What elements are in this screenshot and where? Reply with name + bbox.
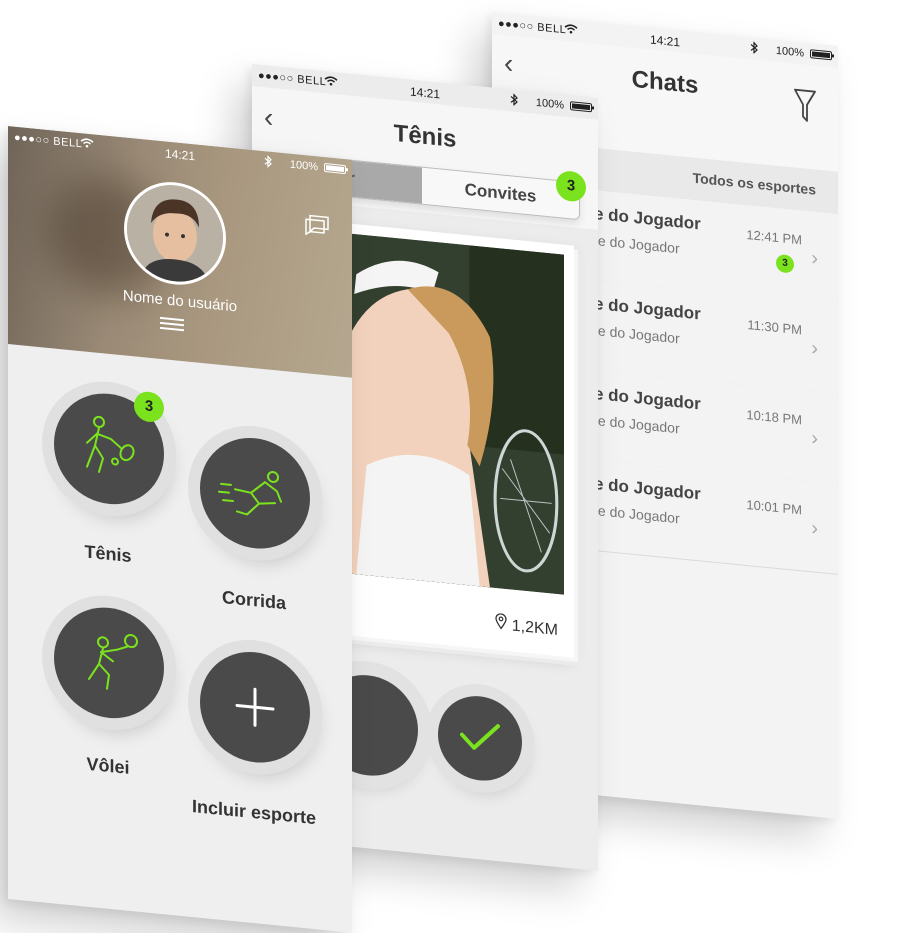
sport-label: Corrida [221,586,286,614]
chat-time: 10:01 PM [746,496,802,518]
chat-name: e do Jogador [594,384,701,414]
chat-name: e do Jogador [594,204,701,234]
chat-name: e do Jogador [594,474,701,504]
sport-label: Vôlei [86,753,130,778]
profile-header: ●●●○○ BELL 14:21 100% Nome do usuário [8,126,352,378]
chat-time: 11:30 PM [747,317,802,338]
chat-time: 10:18 PM [746,406,802,428]
sport-corrida-button[interactable] [200,432,310,554]
chat-preview: te do Jogador [594,412,680,437]
chat-bubbles-icon[interactable] [304,211,330,243]
chat-time: 12:41 PM [746,226,802,248]
plus-icon [235,687,275,727]
volleyball-player-icon [88,634,138,690]
sport-label: Incluir esporte [191,796,317,829]
tennis-player-icon [86,415,135,473]
chat-preview: te do Jogador [594,232,680,257]
unread-badge: 3 [776,253,794,274]
bluetooth-icon [750,41,758,57]
distance-value: 1,2KM [511,617,558,640]
location-pin-icon [495,613,511,635]
chat-name: e do Jogador [594,294,701,324]
filter-funnel-icon[interactable] [794,88,816,129]
sport-volei-button[interactable] [54,602,164,724]
chevron-right-icon: › [811,247,818,270]
menu-icon[interactable] [160,316,184,334]
add-sport-button[interactable] [200,646,310,768]
chat-preview: te do Jogador [594,322,680,347]
runner-icon [218,470,282,516]
chevron-right-icon: › [811,517,818,540]
bluetooth-icon [510,93,518,109]
checkmark-icon [460,724,500,750]
accept-button[interactable] [438,692,522,785]
bluetooth-icon [264,154,272,171]
player-photo [346,233,564,595]
avatar[interactable] [124,177,226,290]
chat-preview: te do Jogador [594,502,680,527]
sport-label: Tênis [84,541,132,567]
distance-label: 1,2KM [495,613,558,640]
chevron-right-icon: › [811,337,818,360]
filter-label: Todos os esportes [692,169,816,198]
player-card[interactable]: 1,2KM [336,222,574,658]
chevron-right-icon: › [811,427,818,450]
home-screen: ●●●○○ BELL 14:21 100% Nome do usuário 3 … [8,126,352,933]
